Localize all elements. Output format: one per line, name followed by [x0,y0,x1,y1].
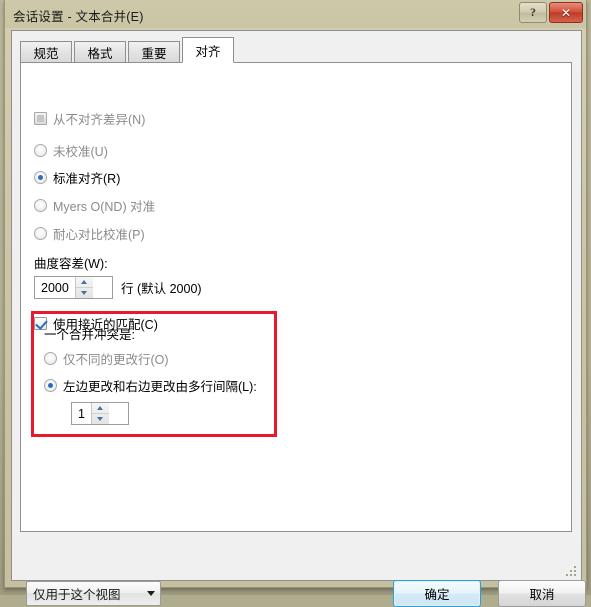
radio-icon-standard-align[interactable] [34,171,47,184]
cancel-button[interactable]: 取消 [498,580,586,607]
title-bar[interactable]: 会话设置 - 文本合并(E) ? ✕ [5,0,586,28]
radio-icon-uncalibrated[interactable] [34,144,47,157]
radio-row-left-right-spacing[interactable]: 左边更改和右边更改由多行间隔(L): [44,376,257,395]
dialog-client-area: 规范 格式 重要 对齐 从不对齐差异(N) 未校准(U) 标准对齐(R) Mye… [11,30,586,607]
radio-row-standard-align[interactable]: 标准对齐(R) [34,168,120,187]
radio-row-patience[interactable]: 耐心对比校准(P) [34,224,145,243]
tab-geshi[interactable]: 格式 [74,41,126,63]
chevron-down-icon[interactable] [142,591,160,596]
dialog-window: 会话设置 - 文本合并(E) ? ✕ 规范 格式 重要 对齐 从不对齐差异(N)… [4,0,587,607]
spacing-spinner-down-icon[interactable] [92,414,109,424]
checkbox-icon-never-align[interactable] [34,112,47,125]
never-align-checkbox-row[interactable]: 从不对齐差异(N) [34,109,145,128]
radio-icon-myers[interactable] [34,199,47,212]
tolerance-input[interactable]: 2000 [35,277,75,298]
spacing-input[interactable]: 1 [72,403,91,424]
conflict-group-title-row: 一个合并冲突是: [44,324,135,343]
resize-grip[interactable] [566,566,578,578]
tolerance-suffix-label: 行 (默认 2000) [121,282,202,296]
radio-icon-left-right-spacing[interactable] [44,379,57,392]
tolerance-label-row: 曲度容差(W): [34,253,108,272]
close-icon[interactable]: ✕ [549,2,583,23]
spacing-spinner-up-icon[interactable] [91,403,109,414]
spacing-field-row[interactable]: 1 [71,402,129,425]
radio-label-patience: 耐心对比校准(P) [53,228,145,242]
radio-label-standard-align: 标准对齐(R) [53,172,121,186]
tolerance-spinner-buttons[interactable] [74,277,93,298]
tab-guifan[interactable]: 规范 [20,41,72,63]
radio-row-myers[interactable]: Myers O(ND) 对准 [34,196,155,215]
never-align-checkbox-label: 从不对齐差异(N) [53,113,146,127]
tolerance-spinner-down-icon[interactable] [76,288,93,298]
scope-dropdown-value: 仅用于这个视图 [33,588,121,602]
radio-label-myers: Myers O(ND) 对准 [53,200,156,214]
window-title: 会话设置 - 文本合并(E) [13,10,144,24]
radio-icon-only-different-lines[interactable] [44,352,57,365]
tolerance-label: 曲度容差(W): [34,257,108,271]
radio-row-uncalibrated[interactable]: 未校准(U) [34,141,108,160]
spacing-spinner-buttons[interactable] [90,403,109,424]
radio-icon-patience[interactable] [34,227,47,240]
spacing-spinner[interactable]: 1 [71,402,129,425]
ok-button[interactable]: 确定 [393,580,481,607]
radio-row-only-different-lines[interactable]: 仅不同的更改行(O) [44,349,169,368]
tab-page-alignment: 从不对齐差异(N) 未校准(U) 标准对齐(R) Myers O(ND) 对准 … [20,62,572,532]
tolerance-field-row[interactable]: 2000 行 (默认 2000) [34,276,202,299]
tolerance-spinner[interactable]: 2000 [34,276,113,299]
tab-strip: 规范 格式 重要 对齐 [20,37,236,63]
tab-zhongyao[interactable]: 重要 [128,41,180,63]
tolerance-spinner-up-icon[interactable] [75,277,93,288]
tab-duiqi[interactable]: 对齐 [182,37,234,63]
radio-label-uncalibrated: 未校准(U) [53,145,108,159]
conflict-group-title: 一个合并冲突是: [44,328,135,342]
scope-dropdown[interactable]: 仅用于这个视图 [26,581,161,606]
merge-conflict-group-highlight: 一个合并冲突是: 仅不同的更改行(O) 左边更改和右边更改由多行间隔(L): 1 [31,311,277,437]
help-icon[interactable]: ? [519,2,547,23]
radio-label-left-right-spacing: 左边更改和右边更改由多行间隔(L): [63,380,257,394]
radio-label-only-different-lines: 仅不同的更改行(O) [63,353,169,367]
